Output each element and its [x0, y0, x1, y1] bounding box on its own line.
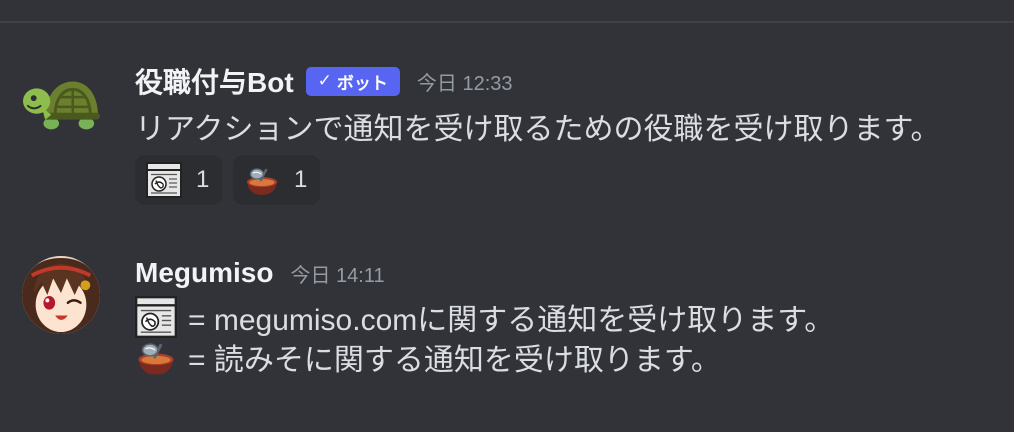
reaction-bar: 1 1	[135, 155, 320, 205]
miso-soup-bowl-icon	[138, 343, 174, 375]
megumiso-logo-icon	[135, 296, 177, 338]
top-divider	[0, 21, 1014, 23]
anime-girl-icon	[22, 256, 100, 334]
reaction-megumiso[interactable]: 1	[135, 155, 222, 205]
bot-badge: ✓ ボット	[305, 66, 400, 96]
message-header: Megumiso 今日 14:11	[135, 256, 385, 290]
timestamp: 今日 12:33	[416, 72, 513, 95]
user-avatar[interactable]	[22, 256, 100, 334]
reaction-count: 1	[196, 166, 210, 193]
reaction-miso-soup[interactable]: 1	[233, 155, 320, 205]
megumiso-logo-icon	[146, 162, 182, 198]
bot-badge-label: ボット	[336, 73, 388, 93]
timestamp: 今日 14:11	[290, 264, 385, 287]
message-line-text: = 読みそに関する通知を受け取ります。	[188, 344, 721, 377]
reaction-count: 1	[294, 166, 308, 193]
message-line-text: = megumiso.comに関する通知を受け取ります。	[188, 304, 835, 337]
bot-avatar[interactable]	[22, 64, 100, 142]
message-line: = megumiso.comに関する通知を受け取ります。	[135, 296, 835, 338]
message-line: = 読みそに関する通知を受け取ります。	[135, 337, 721, 377]
check-icon: ✓	[317, 71, 332, 90]
author-name[interactable]: Megumiso	[135, 257, 273, 289]
message-header: 役職付与Bot ✓ ボット 今日 12:33	[135, 64, 513, 98]
author-name[interactable]: 役職付与Bot	[135, 61, 294, 101]
miso-soup-bowl-icon	[247, 168, 277, 195]
turtle-icon	[22, 81, 100, 130]
message-content: リアクションで通知を受け取るための役職を受け取ります。	[135, 113, 941, 146]
